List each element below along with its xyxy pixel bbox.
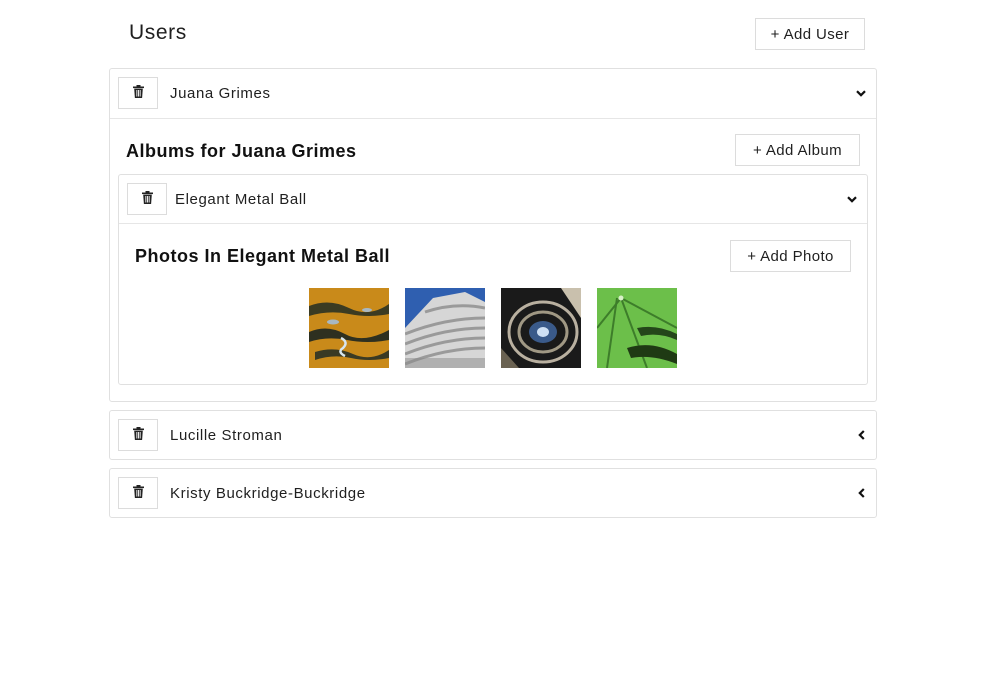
- users-page: Users + Add User Juana Grimes Albums for…: [0, 0, 985, 687]
- user-name: Lucille Stroman: [170, 427, 283, 444]
- divider: [110, 118, 876, 119]
- user-card: Juana Grimes Albums for Juana Grimes + A…: [109, 68, 877, 402]
- trash-icon: [132, 85, 144, 101]
- chevron-left-icon[interactable]: [854, 428, 868, 442]
- album-header-row[interactable]: Elegant Metal Ball: [119, 175, 867, 223]
- user-card[interactable]: Lucille Stroman: [109, 410, 877, 460]
- albums-heading: Albums for Juana Grimes: [126, 141, 357, 161]
- delete-album-button[interactable]: [127, 183, 167, 215]
- photos-heading: Photos In Elegant Metal Ball: [135, 246, 391, 266]
- chevron-left-icon[interactable]: [854, 486, 868, 500]
- add-photo-button[interactable]: + Add Photo: [730, 240, 851, 272]
- add-album-button[interactable]: + Add Album: [735, 134, 860, 166]
- user-name: Juana Grimes: [170, 85, 271, 102]
- photo-thumbnail[interactable]: [309, 288, 389, 368]
- page-title: Users: [129, 21, 187, 44]
- trash-icon: [132, 427, 144, 443]
- trash-icon: [141, 191, 153, 207]
- album-name: Elegant Metal Ball: [175, 191, 307, 208]
- trash-icon: [132, 485, 144, 501]
- photo-thumbnail[interactable]: [501, 288, 581, 368]
- delete-user-button[interactable]: [118, 477, 158, 509]
- user-header-row[interactable]: Juana Grimes: [110, 69, 876, 118]
- delete-user-button[interactable]: [118, 419, 158, 451]
- album-card: Elegant Metal Ball Photos In Elegant Met…: [118, 174, 868, 385]
- photo-thumbnail[interactable]: [597, 288, 677, 368]
- chevron-down-icon[interactable]: [854, 86, 868, 100]
- delete-user-button[interactable]: [118, 77, 158, 109]
- add-user-button[interactable]: + Add User: [755, 18, 865, 50]
- user-name: Kristy Buckridge-Buckridge: [170, 485, 366, 502]
- chevron-down-icon[interactable]: [845, 192, 859, 206]
- divider: [119, 223, 867, 224]
- user-card[interactable]: Kristy Buckridge-Buckridge: [109, 468, 877, 518]
- photo-thumbnail[interactable]: [405, 288, 485, 368]
